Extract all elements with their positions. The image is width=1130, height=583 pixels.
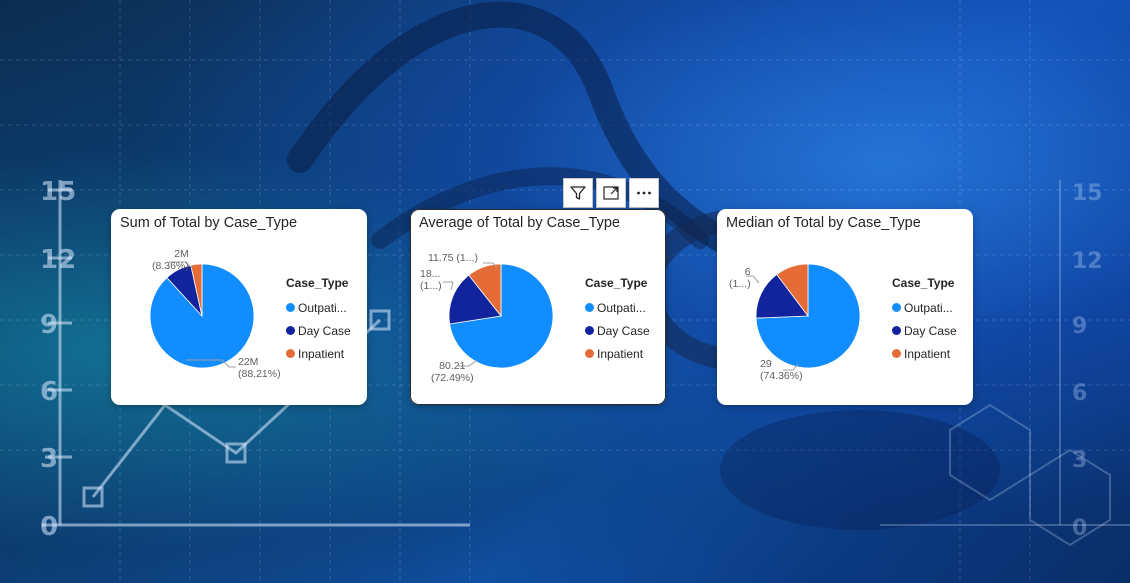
legend-title: Case_Type (286, 276, 349, 290)
filter-icon (570, 186, 586, 200)
more-options-icon (637, 191, 651, 195)
axis-tick: 3 (40, 444, 58, 474)
legend-item-outpatient[interactable]: Outpati... (892, 296, 957, 319)
data-label-percent: (72.49%) (431, 372, 474, 384)
data-label: 29 (74.36%) (760, 358, 803, 382)
filter-button[interactable] (563, 178, 593, 208)
legend-dot (585, 303, 594, 312)
legend-label: Day Case (298, 323, 351, 338)
pie-chart-card-sum[interactable]: Sum of Total by Case_Type 2M (8.36%) 22M(… (112, 210, 366, 404)
legend: Case_Type Outpati... Day Case Inpatient (585, 276, 650, 365)
data-label-percent: (74.36%) (760, 370, 803, 382)
axis-tick: 0 (1072, 516, 1087, 541)
legend-dot (892, 349, 901, 358)
axis-tick: 6 (1072, 381, 1087, 406)
axis-tick: 15 (40, 177, 76, 207)
legend-item-day-case[interactable]: Day Case (892, 319, 957, 342)
pie-chart-card-average[interactable]: Average of Total by Case_Type 11.75 (1..… (410, 209, 666, 405)
data-label: 2M (8.36%) (152, 248, 189, 272)
legend-item-inpatient[interactable]: Inpatient (585, 342, 650, 365)
data-label-value: 22M (238, 356, 259, 368)
legend-label: Day Case (597, 323, 650, 338)
axis-tick: 9 (1072, 314, 1087, 339)
legend: Case_Type Outpati... Day Case Inpatient (892, 276, 957, 365)
data-label-percent: (1...) (729, 278, 751, 290)
report-canvas: 15 12 9 6 3 0 15 12 9 6 3 0 Sum of Total… (0, 0, 1130, 583)
legend-title: Case_Type (585, 276, 648, 290)
data-label-value: 6 (744, 266, 751, 278)
legend-item-inpatient[interactable]: Inpatient (286, 342, 351, 365)
legend-dot (585, 349, 594, 358)
legend-item-outpatient[interactable]: Outpati... (585, 296, 650, 319)
legend-item-day-case[interactable]: Day Case (585, 319, 650, 342)
data-label-value: 18... (420, 268, 441, 280)
legend-dot (286, 303, 295, 312)
data-label: 80.21 (72.49%) (431, 360, 474, 384)
focus-mode-icon (603, 186, 619, 200)
data-label: 6 (1...) (729, 266, 751, 290)
legend-label: Inpatient (298, 346, 345, 361)
legend-dot (286, 349, 295, 358)
data-label-percent: (1...) (420, 280, 442, 292)
legend-dot (585, 326, 594, 335)
legend-label: Outpati... (597, 300, 646, 315)
legend-label: Outpati... (298, 300, 347, 315)
legend-item-outpatient[interactable]: Outpati... (286, 296, 351, 319)
data-label-value: 2M (174, 248, 189, 260)
pie-chart-card-median[interactable]: Median of Total by Case_Type 6 (1...) 29(… (718, 210, 972, 404)
data-label: 18... (1...) (420, 268, 442, 292)
legend-dot (892, 326, 901, 335)
legend-label: Inpatient (904, 346, 951, 361)
focus-mode-button[interactable] (596, 178, 626, 208)
data-label-percent: (88.21%) (238, 368, 281, 380)
axis-tick: 6 (40, 377, 58, 407)
data-label-value: 29 (760, 358, 772, 370)
data-label: 11.75 (1...) (428, 252, 478, 264)
axis-tick: 0 (40, 512, 58, 542)
legend-label: Inpatient (597, 346, 644, 361)
axis-tick: 12 (40, 245, 76, 275)
data-label-percent: (8.36%) (152, 260, 189, 272)
axis-tick: 15 (1072, 181, 1103, 206)
legend-item-day-case[interactable]: Day Case (286, 319, 351, 342)
legend-title: Case_Type (892, 276, 955, 290)
legend: Case_Type Outpati... Day Case Inpatient (286, 276, 351, 365)
axis-tick: 12 (1072, 249, 1103, 274)
legend-dot (892, 303, 901, 312)
legend-dot (286, 326, 295, 335)
legend-label: Day Case (904, 323, 957, 338)
data-label-value: 80.21 (439, 360, 466, 372)
leader-line (443, 281, 454, 291)
data-label: 22M (88.21%) (238, 356, 281, 380)
more-options-button[interactable] (629, 178, 659, 208)
legend-item-inpatient[interactable]: Inpatient (892, 342, 957, 365)
visual-header-toolbar (563, 178, 659, 208)
legend-label: Outpati... (904, 300, 953, 315)
axis-tick: 9 (40, 310, 58, 340)
